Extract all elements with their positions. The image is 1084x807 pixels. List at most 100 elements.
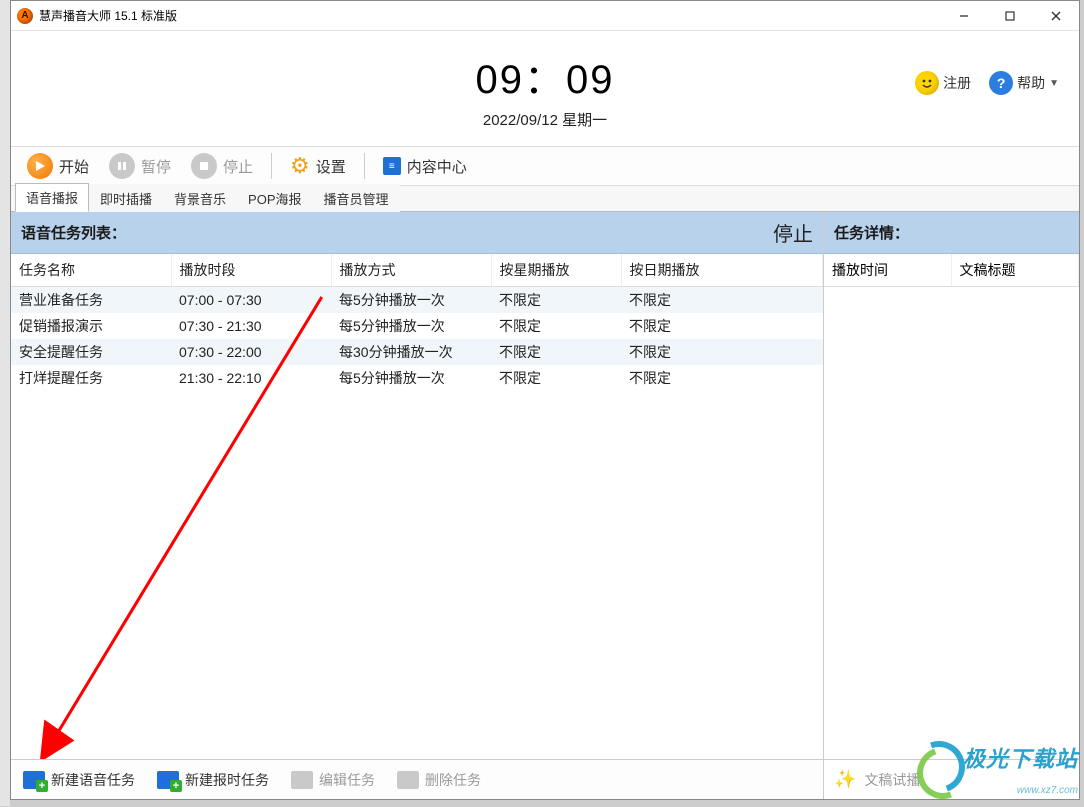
- tab-background-music[interactable]: 背景音乐: [163, 184, 237, 212]
- task-list-title: 语音任务列表：: [21, 222, 126, 243]
- edit-label: 编辑任务: [319, 770, 375, 790]
- settings-label: 设置: [316, 156, 346, 177]
- tab-instant-insert[interactable]: 即时插播: [89, 184, 163, 212]
- app-window: A 慧声播音大师 15.1 标准版 09：09 2022/09/12 星期一: [10, 0, 1080, 800]
- details-title: 任务详情：: [834, 222, 909, 243]
- table-row[interactable]: 安全提醒任务07:30 - 22:00每30分钟播放一次不限定不限定: [11, 339, 823, 365]
- cell-period: 07:30 - 22:00: [171, 339, 331, 365]
- edit-task-button[interactable]: 编辑任务: [285, 766, 381, 794]
- details-bottom-bar: ✨ 文稿试播: [824, 759, 1079, 799]
- tab-label: POP海报: [248, 192, 301, 207]
- tab-pop-poster[interactable]: POP海报: [237, 184, 312, 212]
- new-time-task-button[interactable]: 新建报时任务: [151, 766, 275, 794]
- cell-by_date: 不限定: [621, 339, 823, 365]
- stop-button[interactable]: 停止: [183, 149, 261, 183]
- main-area: 语音任务列表： 停止 任务名称 播放时段 播放方式 按星期播放 按日期播放 营业…: [11, 212, 1079, 799]
- cell-mode: 每5分钟播放一次: [331, 287, 491, 314]
- add-icon: [157, 771, 179, 789]
- task-details-pane: 任务详情： 播放时间 文稿标题 ✨ 文稿试播: [824, 212, 1079, 799]
- tab-label: 语音播报: [26, 191, 78, 206]
- new-voice-task-button[interactable]: 新建语音任务: [17, 766, 141, 794]
- task-list-status: 停止: [773, 218, 813, 247]
- start-button[interactable]: 开始: [19, 149, 97, 183]
- smiley-icon: [915, 71, 939, 95]
- gear-icon: ⚙: [290, 153, 310, 179]
- add-icon: [23, 771, 45, 789]
- pause-button[interactable]: 暂停: [101, 149, 179, 183]
- stop-label: 停止: [223, 156, 253, 177]
- task-list-pane: 语音任务列表： 停止 任务名称 播放时段 播放方式 按星期播放 按日期播放 营业…: [11, 212, 824, 799]
- col-by-week[interactable]: 按星期播放: [491, 254, 621, 287]
- details-body: [824, 287, 1079, 759]
- tab-announcer-manage[interactable]: 播音员管理: [313, 184, 400, 212]
- table-row[interactable]: 营业准备任务07:00 - 07:30每5分钟播放一次不限定不限定: [11, 287, 823, 314]
- new-voice-label: 新建语音任务: [51, 770, 135, 790]
- minimize-button[interactable]: [941, 1, 987, 31]
- table-row[interactable]: 打烊提醒任务21:30 - 22:10每5分钟播放一次不限定不限定: [11, 365, 823, 391]
- help-link[interactable]: ? 帮助 ▼: [989, 71, 1059, 95]
- details-columns: 播放时间 文稿标题: [824, 254, 1079, 287]
- cell-mode: 每5分钟播放一次: [331, 313, 491, 339]
- cell-by_week: 不限定: [491, 287, 621, 314]
- tab-label: 即时插播: [100, 192, 152, 207]
- cell-mode: 每5分钟播放一次: [331, 365, 491, 391]
- chevron-down-icon: ▼: [1049, 78, 1059, 89]
- left-gutter: [0, 0, 10, 806]
- delete-label: 删除任务: [425, 770, 481, 790]
- clock-date: 2022/09/12 星期一: [476, 109, 615, 130]
- titlebar: A 慧声播音大师 15.1 标准版: [11, 1, 1079, 31]
- window-controls: [941, 1, 1079, 31]
- window-title: 慧声播音大师 15.1 标准版: [39, 7, 177, 24]
- table-row[interactable]: 促销播报演示07:30 - 21:30每5分钟播放一次不限定不限定: [11, 313, 823, 339]
- delete-task-button[interactable]: 删除任务: [391, 766, 487, 794]
- tab-voice-broadcast[interactable]: 语音播报: [15, 183, 89, 212]
- wand-icon: ✨: [834, 769, 856, 790]
- separator: [364, 153, 365, 179]
- content-center-button[interactable]: ≡ 内容中心: [375, 152, 475, 181]
- col-doc-title[interactable]: 文稿标题: [952, 254, 1080, 286]
- preview-label: 文稿试播: [864, 770, 920, 790]
- cell-period: 21:30 - 22:10: [171, 365, 331, 391]
- clock-time: 09：09: [476, 47, 615, 105]
- cell-name: 安全提醒任务: [11, 339, 171, 365]
- maximize-button[interactable]: [987, 1, 1033, 31]
- task-table: 任务名称 播放时段 播放方式 按星期播放 按日期播放 营业准备任务07:00 -…: [11, 254, 823, 391]
- register-link[interactable]: 注册: [915, 71, 971, 95]
- separator: [271, 153, 272, 179]
- details-header: 任务详情：: [824, 212, 1079, 254]
- close-button[interactable]: [1033, 1, 1079, 31]
- clock-area: 09：09 2022/09/12 星期一 注册 ? 帮助 ▼: [11, 31, 1079, 146]
- tab-label: 播音员管理: [324, 192, 389, 207]
- new-time-label: 新建报时任务: [185, 770, 269, 790]
- settings-button[interactable]: ⚙ 设置: [282, 149, 354, 183]
- cell-by_date: 不限定: [621, 287, 823, 314]
- register-label: 注册: [943, 73, 971, 93]
- start-label: 开始: [59, 156, 89, 177]
- cell-mode: 每30分钟播放一次: [331, 339, 491, 365]
- document-icon: ≡: [383, 157, 401, 175]
- cell-by_date: 不限定: [621, 365, 823, 391]
- pause-icon: [109, 153, 135, 179]
- pause-label: 暂停: [141, 156, 171, 177]
- help-icon: ?: [989, 71, 1013, 95]
- content-center-label: 内容中心: [407, 156, 467, 177]
- cell-name: 营业准备任务: [11, 287, 171, 314]
- task-list-header: 语音任务列表： 停止: [11, 212, 823, 254]
- col-play-time[interactable]: 播放时间: [824, 254, 952, 286]
- task-table-scroll[interactable]: 任务名称 播放时段 播放方式 按星期播放 按日期播放 营业准备任务07:00 -…: [11, 254, 823, 759]
- col-by-date[interactable]: 按日期播放: [621, 254, 823, 287]
- col-task-name[interactable]: 任务名称: [11, 254, 171, 287]
- cell-by_week: 不限定: [491, 339, 621, 365]
- task-bottom-bar: 新建语音任务 新建报时任务 编辑任务 删除任务: [11, 759, 823, 799]
- cell-period: 07:30 - 21:30: [171, 313, 331, 339]
- col-period[interactable]: 播放时段: [171, 254, 331, 287]
- tab-label: 背景音乐: [174, 192, 226, 207]
- cell-name: 促销播报演示: [11, 313, 171, 339]
- help-label: 帮助: [1017, 73, 1045, 93]
- tab-bar: 语音播报 即时插播 背景音乐 POP海报 播音员管理: [11, 186, 1079, 212]
- play-icon: [27, 153, 53, 179]
- cell-name: 打烊提醒任务: [11, 365, 171, 391]
- col-mode[interactable]: 播放方式: [331, 254, 491, 287]
- cell-by_week: 不限定: [491, 365, 621, 391]
- cell-period: 07:00 - 07:30: [171, 287, 331, 314]
